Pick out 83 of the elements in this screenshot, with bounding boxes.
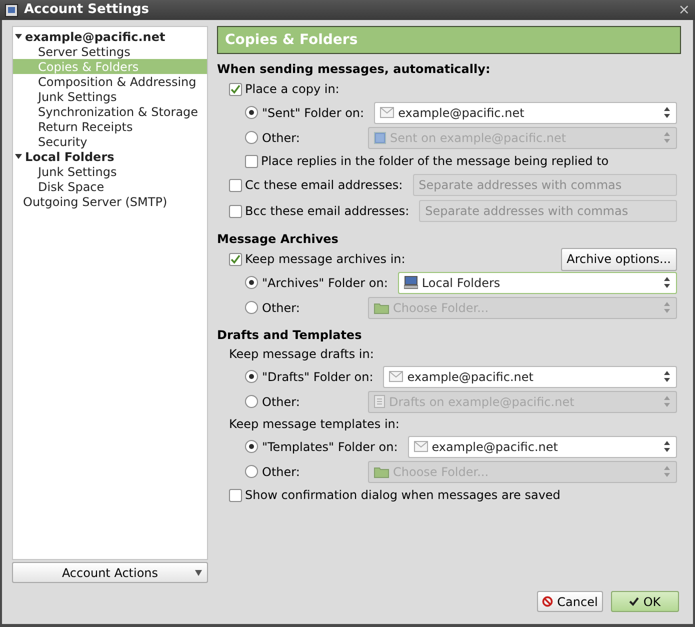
envelope-icon xyxy=(380,107,394,118)
checkbox-label[interactable]: Bcc these email addresses: xyxy=(245,202,410,220)
tree-item[interactable]: Security xyxy=(13,134,207,149)
expander-icon xyxy=(15,33,22,40)
checkbox[interactable] xyxy=(229,252,242,266)
group-label: Keep message drafts in: xyxy=(229,346,374,363)
radio-label[interactable]: "Archives" Folder on: xyxy=(262,274,388,292)
cancel-icon xyxy=(542,596,554,607)
radio-label[interactable]: "Drafts" Folder on: xyxy=(262,368,374,386)
tree-item[interactable]: Local Folders xyxy=(13,149,207,164)
folder-icon xyxy=(374,302,389,314)
tree-item[interactable]: Junk Settings xyxy=(13,164,207,179)
checkbox[interactable] xyxy=(229,82,242,96)
radio-label[interactable]: Other: xyxy=(262,462,358,480)
panel-title: Copies & Folders xyxy=(225,30,358,50)
tree-item[interactable]: example@pacific.net xyxy=(13,29,207,44)
checkbox[interactable] xyxy=(229,488,242,502)
window-title: Account Settings xyxy=(24,1,150,20)
tree-item[interactable]: Synchronization & Storage xyxy=(13,104,207,119)
spinner-arrows-icon xyxy=(664,107,670,118)
radio-button[interactable] xyxy=(245,131,258,144)
document-icon xyxy=(374,395,385,408)
folder-dropdown[interactable]: Local Folders xyxy=(398,272,677,294)
spinner-arrows-icon xyxy=(664,371,670,382)
radio-label[interactable]: "Templates" Folder on: xyxy=(262,438,398,456)
radio-label[interactable]: Other: xyxy=(262,392,358,410)
dropdown-value: Local Folders xyxy=(422,274,502,292)
folder-dropdown[interactable]: example@pacific.net xyxy=(383,366,677,388)
folder-dropdown[interactable]: example@pacific.net xyxy=(408,436,677,458)
checkbox-label[interactable]: Place replies in the folder of the message being replied to xyxy=(261,152,609,170)
dropdown-arrow-icon xyxy=(195,570,202,576)
tree-item[interactable]: Outgoing Server (SMTP) xyxy=(13,194,207,209)
radio-label[interactable]: Other: xyxy=(262,128,358,146)
folder-icon xyxy=(374,466,389,478)
radio-button[interactable] xyxy=(245,465,258,478)
checkbox[interactable] xyxy=(245,154,258,168)
computer-icon xyxy=(404,276,418,289)
checkmark-icon xyxy=(230,84,241,94)
tree-item[interactable]: Server Settings xyxy=(13,44,207,59)
tree-item[interactable]: Composition & Addressing xyxy=(13,74,207,89)
cancel-button[interactable]: Cancel xyxy=(537,591,603,612)
folder-icon xyxy=(374,132,386,144)
radio-button[interactable] xyxy=(245,276,258,289)
radio-button[interactable] xyxy=(245,106,258,119)
dropdown-value: example@pacific.net xyxy=(398,104,526,122)
close-button[interactable]: × xyxy=(678,3,690,17)
checkmark-icon xyxy=(230,254,241,264)
spinner-arrows-icon xyxy=(664,302,670,313)
archive-options-button[interactable]: Archive options... xyxy=(560,248,677,270)
spinner-arrows-icon xyxy=(664,396,670,407)
tree-item[interactable]: Junk Settings xyxy=(13,89,207,104)
expander-icon xyxy=(15,153,22,160)
radio-button[interactable] xyxy=(245,395,258,408)
checkbox-label[interactable]: Show confirmation dialog when messages are saved xyxy=(245,486,560,504)
spinner-arrows-icon xyxy=(664,277,670,288)
spinner-arrows-icon xyxy=(664,132,670,143)
dropdown-value: example@pacific.net xyxy=(432,438,559,456)
envelope-icon xyxy=(389,371,404,382)
envelope-icon xyxy=(414,441,428,452)
checkbox[interactable] xyxy=(229,204,242,218)
tree-item[interactable]: Return Receipts xyxy=(13,119,207,134)
app-icon xyxy=(5,4,18,16)
checkbox[interactable] xyxy=(229,178,242,192)
dropdown-value: example@pacific.net xyxy=(407,368,534,386)
ok-button[interactable]: OK xyxy=(611,591,679,612)
section-heading: When sending messages, automatically: xyxy=(217,61,492,78)
radio-label[interactable]: Other: xyxy=(262,298,358,316)
radio-button[interactable] xyxy=(245,370,258,383)
folder-dropdown[interactable]: example@pacific.net xyxy=(374,102,677,124)
radio-button[interactable] xyxy=(245,440,258,453)
spinner-arrows-icon xyxy=(664,441,670,452)
account-actions-button[interactable]: Account Actions xyxy=(12,562,208,583)
group-label: Keep message templates in: xyxy=(229,416,400,433)
spinner-arrows-icon xyxy=(664,466,670,477)
radio-label[interactable]: "Sent" Folder on: xyxy=(262,104,364,122)
checkbox-label[interactable]: Cc these email addresses: xyxy=(245,176,403,194)
checkmark-icon xyxy=(629,597,640,606)
section-heading: Drafts and Templates xyxy=(217,327,363,344)
radio-button[interactable] xyxy=(245,301,258,314)
section-heading: Message Archives xyxy=(217,231,340,248)
checkbox-label[interactable]: Keep message archives in: xyxy=(245,250,406,268)
tree-item[interactable]: Disk Space xyxy=(13,179,207,194)
checkbox-label[interactable]: Place a copy in: xyxy=(245,80,340,98)
